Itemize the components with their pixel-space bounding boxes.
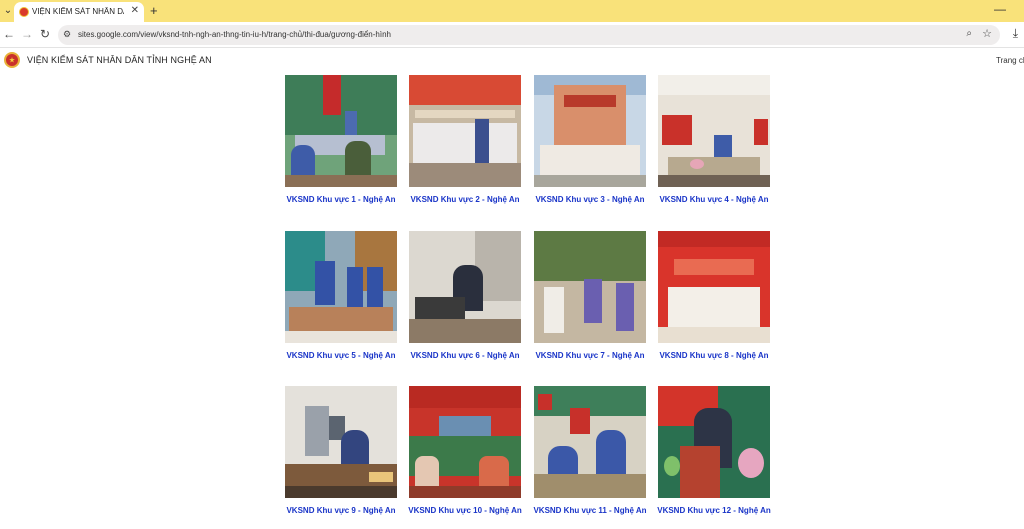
card-caption[interactable]: VKSND Khu vực 5 - Nghệ An (275, 351, 407, 360)
card-photo[interactable] (285, 75, 397, 187)
plus-icon[interactable]: + (150, 3, 158, 18)
chevron-down-icon[interactable]: ⌄ (2, 4, 14, 18)
card-photo[interactable] (285, 386, 397, 498)
card-khu-vuc-6[interactable]: VKSND Khu vực 6 - Nghệ An (409, 231, 521, 371)
card-caption[interactable]: VKSND Khu vực 7 - Nghệ An (524, 351, 656, 360)
download-icon[interactable]: ⤓ (1013, 26, 1018, 41)
tab-title: VIỆN KIỂM SÁT NHÂN DÂN TỈN (32, 7, 124, 16)
star-icon[interactable]: ☆ (982, 27, 992, 40)
nav-item-home[interactable]: Trang ch (996, 56, 1024, 65)
card-khu-vuc-5[interactable]: VKSND Khu vực 5 - Nghệ An (285, 231, 397, 371)
card-caption[interactable]: VKSND Khu vực 8 - Nghệ An (648, 351, 780, 360)
card-photo[interactable] (409, 231, 521, 343)
browser-tab-strip: ⌄ VIỆN KIỂM SÁT NHÂN DÂN TỈN ✕ + — (0, 0, 1024, 22)
browser-toolbar: ← → ↻ ⚙ sites.google.com/view/vksnd-tnh-… (0, 22, 1024, 48)
card-photo[interactable] (285, 231, 397, 343)
card-khu-vuc-11[interactable]: VKSND Khu vực 11 - Nghệ An (533, 386, 647, 526)
card-caption[interactable]: VKSND Khu vực 10 - Nghệ An (399, 506, 531, 515)
card-caption[interactable]: VKSND Khu vực 3 - Nghệ An (524, 195, 656, 204)
url-text[interactable]: sites.google.com/view/vksnd-tnh-ngh-an-t… (78, 30, 391, 39)
card-photo[interactable] (658, 231, 770, 343)
minimize-icon[interactable]: — (994, 2, 1006, 16)
card-caption[interactable]: VKSND Khu vực 1 - Nghệ An (275, 195, 407, 204)
card-caption[interactable]: VKSND Khu vực 12 - Nghệ An (648, 506, 780, 515)
site-header: VIỆN KIỂM SÁT NHÂN DÂN TỈNH NGHỆ AN Tran… (0, 48, 1024, 74)
card-caption[interactable]: VKSND Khu vực 4 - Nghệ An (648, 195, 780, 204)
card-photo[interactable] (534, 75, 646, 187)
back-arrow-icon[interactable]: ← (2, 27, 16, 41)
tune-icon[interactable]: ⚙ (63, 29, 71, 40)
card-photo[interactable] (409, 386, 521, 498)
emblem-logo[interactable] (4, 52, 20, 68)
card-caption[interactable]: VKSND Khu vực 9 - Nghệ An (275, 506, 407, 515)
forward-arrow-icon[interactable]: → (20, 27, 34, 41)
reload-icon[interactable]: ↻ (38, 27, 52, 41)
card-khu-vuc-3[interactable]: VKSND Khu vực 3 - Nghệ An (534, 75, 646, 215)
card-khu-vuc-2[interactable]: VKSND Khu vực 2 - Nghệ An (409, 75, 521, 215)
card-photo[interactable] (534, 386, 646, 498)
close-icon[interactable]: ✕ (131, 5, 139, 16)
card-photo[interactable] (658, 75, 770, 187)
address-bar[interactable]: ⚙ sites.google.com/view/vksnd-tnh-ngh-an… (58, 25, 1000, 45)
card-khu-vuc-10[interactable]: VKSND Khu vực 10 - Nghệ An (408, 386, 522, 526)
browser-tab[interactable]: VIỆN KIỂM SÁT NHÂN DÂN TỈN ✕ (14, 2, 144, 22)
card-khu-vuc-7[interactable]: VKSND Khu vực 7 - Nghệ An (534, 231, 646, 371)
card-caption[interactable]: VKSND Khu vực 2 - Nghệ An (399, 195, 531, 204)
card-photo[interactable] (534, 231, 646, 343)
card-photo[interactable] (658, 386, 770, 498)
card-khu-vuc-1[interactable]: VKSND Khu vực 1 - Nghệ An (285, 75, 397, 215)
card-photo[interactable] (409, 75, 521, 187)
card-khu-vuc-4[interactable]: VKSND Khu vực 4 - Nghệ An (658, 75, 770, 215)
zoom-icon[interactable]: ⌕ (966, 28, 972, 39)
favicon-icon (19, 7, 29, 17)
card-caption[interactable]: VKSND Khu vực 11 - Nghệ An (524, 506, 656, 515)
site-title[interactable]: VIỆN KIỂM SÁT NHÂN DÂN TỈNH NGHỆ AN (27, 55, 212, 65)
card-khu-vuc-12[interactable]: VKSND Khu vực 12 - Nghệ An (657, 386, 771, 526)
card-khu-vuc-8[interactable]: VKSND Khu vực 8 - Nghệ An (658, 231, 770, 371)
card-caption[interactable]: VKSND Khu vực 6 - Nghệ An (399, 351, 531, 360)
card-khu-vuc-9[interactable]: VKSND Khu vực 9 - Nghệ An (285, 386, 397, 526)
